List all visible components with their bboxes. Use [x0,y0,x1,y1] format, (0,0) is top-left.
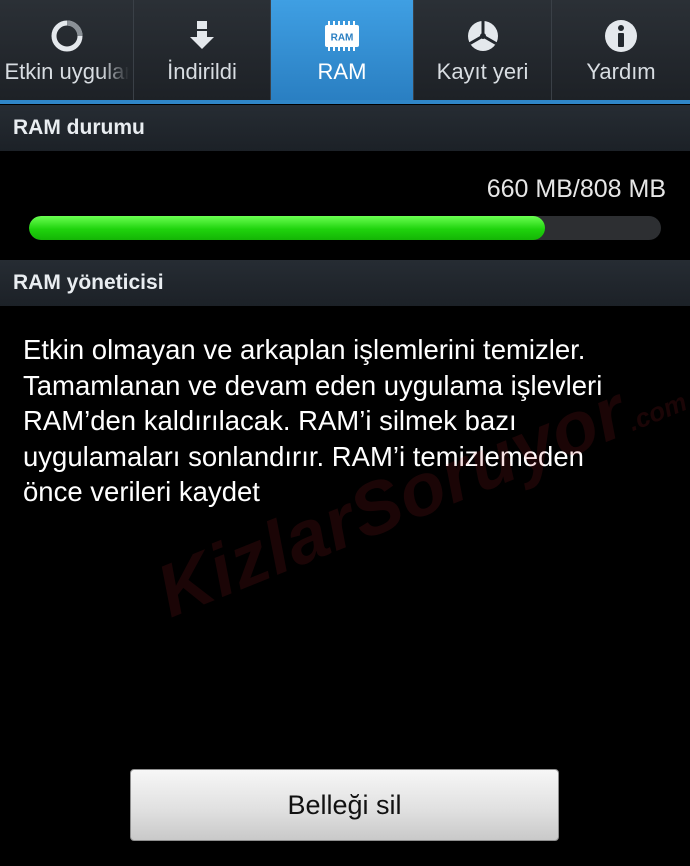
info-icon [601,18,641,54]
ram-chip-icon: RAM [322,18,362,54]
tab-label: İndirildi [167,59,237,84]
tab-bar: Etkin uygulamalar İndirildi [0,0,690,104]
description-line: Tamamlanan ve devam eden uygulama işlevl… [23,369,603,401]
description-line: önce verileri kaydet [23,476,260,507]
ram-manager-screen: Etkin uygulamalar İndirildi [0,0,690,866]
ram-manager-header: RAM yöneticisi [0,260,690,306]
download-arrow-icon [182,18,222,54]
tab-help[interactable]: Yardım [552,0,690,100]
description-line: uygulamaları sonlandırır. RAM’i temizlem… [23,440,584,472]
ram-chip-icon-text: RAM [331,33,354,44]
tab-active-apps[interactable]: Etkin uygulamalar [0,0,134,100]
tab-ram[interactable]: RAM RAM [271,0,414,100]
ram-usage-text: 660 MB/808 MB [486,175,666,203]
tab-downloaded[interactable]: İndirildi [134,0,271,100]
circle-progress-icon [47,18,87,54]
description-line: RAM’den kaldırılacak. RAM’i silmek bazı [23,405,517,436]
tab-label: Kayıt yeri [436,59,529,84]
ram-manager-description: Etkin olmayan ve arkaplan işlemlerini te… [23,332,673,510]
tab-storage[interactable]: Kayıt yeri [414,0,552,100]
ram-usage-bar [29,216,661,240]
tab-label: Etkin uygulamalar [4,59,129,84]
ram-status-header: RAM durumu [0,105,690,151]
clear-memory-button[interactable]: Belleği sil [130,769,559,841]
ram-usage-bar-fill [29,216,546,240]
tab-label: RAM [317,59,367,84]
storage-pie-icon [463,18,503,54]
description-line: Etkin olmayan ve arkaplan işlemlerini te… [23,334,586,365]
tab-label: Yardım [586,59,656,84]
